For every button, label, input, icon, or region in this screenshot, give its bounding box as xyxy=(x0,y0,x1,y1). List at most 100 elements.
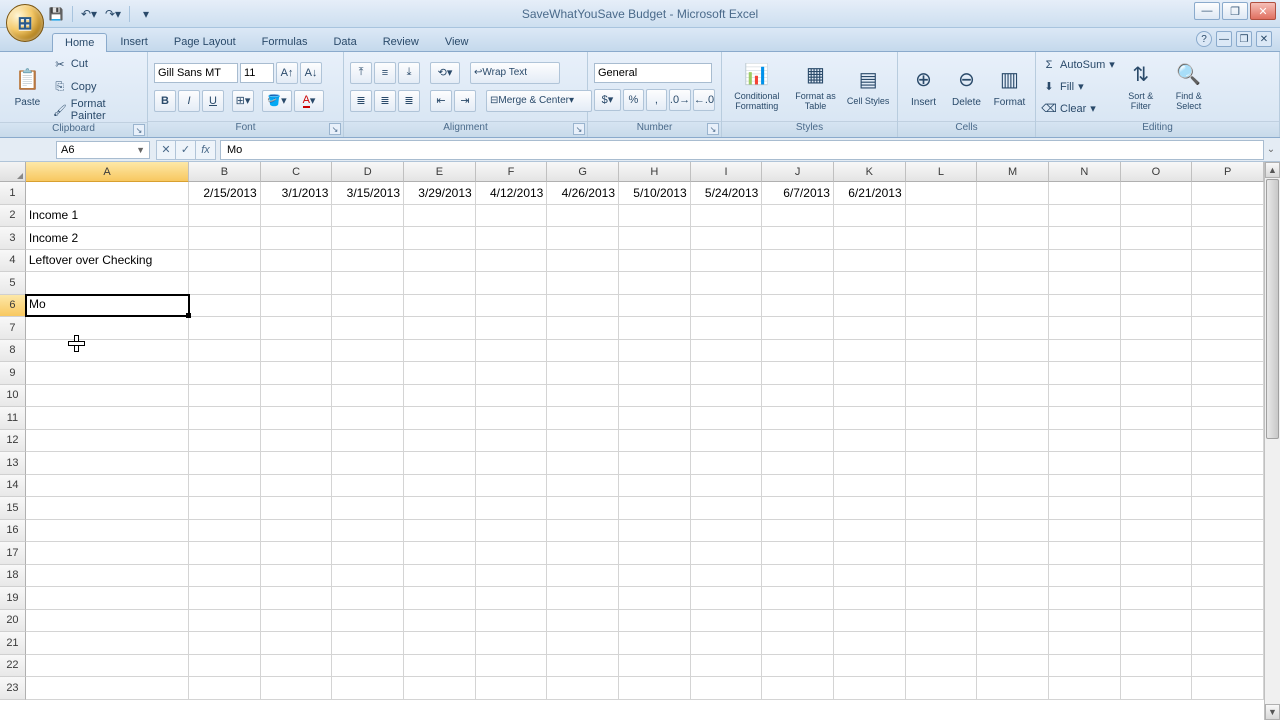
cell[interactable] xyxy=(977,497,1049,520)
cell[interactable] xyxy=(189,587,261,610)
cell[interactable] xyxy=(906,632,978,655)
cell[interactable] xyxy=(619,452,691,475)
cell[interactable] xyxy=(26,295,189,318)
name-box[interactable]: A6▼ xyxy=(56,141,150,159)
decrease-decimal[interactable]: ←.0 xyxy=(693,89,715,111)
worksheet-grid[interactable]: ABCDEFGHIJKLMNOP 12/15/20133/1/20133/15/… xyxy=(0,162,1264,720)
restore-window[interactable]: ❐ xyxy=(1236,31,1252,47)
cell[interactable] xyxy=(189,317,261,340)
cell[interactable] xyxy=(762,295,834,318)
cell[interactable] xyxy=(476,655,548,678)
column-header[interactable]: I xyxy=(691,162,763,182)
cell[interactable] xyxy=(762,430,834,453)
column-header[interactable]: P xyxy=(1192,162,1264,182)
row-header[interactable]: 4 xyxy=(0,250,26,273)
cell[interactable] xyxy=(1049,430,1121,453)
cell[interactable] xyxy=(906,452,978,475)
cell[interactable] xyxy=(619,520,691,543)
cell[interactable] xyxy=(26,407,189,430)
cell[interactable] xyxy=(332,632,404,655)
cell[interactable] xyxy=(906,182,978,205)
cell[interactable] xyxy=(977,385,1049,408)
cell[interactable] xyxy=(261,655,333,678)
cell[interactable] xyxy=(906,542,978,565)
cell[interactable] xyxy=(619,205,691,228)
scroll-down-button[interactable]: ▼ xyxy=(1265,704,1280,720)
cell[interactable] xyxy=(1049,497,1121,520)
cell[interactable] xyxy=(691,250,763,273)
cell[interactable] xyxy=(261,317,333,340)
tab-data[interactable]: Data xyxy=(320,32,369,51)
cell[interactable] xyxy=(1121,272,1193,295)
cell[interactable] xyxy=(1192,227,1264,250)
row-header[interactable]: 16 xyxy=(0,520,26,543)
shrink-font[interactable]: A↓ xyxy=(300,62,322,84)
cell[interactable] xyxy=(1049,542,1121,565)
cell[interactable] xyxy=(1121,362,1193,385)
cell[interactable] xyxy=(1121,655,1193,678)
cell[interactable] xyxy=(619,317,691,340)
cell[interactable] xyxy=(1121,452,1193,475)
cell[interactable] xyxy=(547,205,619,228)
cell[interactable] xyxy=(189,610,261,633)
increase-indent[interactable]: ⇥ xyxy=(454,90,476,112)
cell[interactable] xyxy=(619,632,691,655)
cell[interactable] xyxy=(404,430,476,453)
cell[interactable] xyxy=(691,317,763,340)
cell[interactable] xyxy=(691,227,763,250)
cell[interactable] xyxy=(1121,250,1193,273)
cell[interactable] xyxy=(404,475,476,498)
cell[interactable] xyxy=(26,655,189,678)
cell[interactable] xyxy=(476,497,548,520)
delete-cells-button[interactable]: ⊖Delete xyxy=(947,55,986,119)
cell[interactable] xyxy=(1192,272,1264,295)
conditional-formatting-button[interactable]: 📊Conditional Formatting xyxy=(728,55,786,119)
cell[interactable] xyxy=(977,565,1049,588)
clear-button[interactable]: ⌫Clear ▾ xyxy=(1042,99,1115,119)
cell[interactable] xyxy=(1192,610,1264,633)
row-header[interactable]: 11 xyxy=(0,407,26,430)
tab-insert[interactable]: Insert xyxy=(107,32,161,51)
cell[interactable] xyxy=(906,250,978,273)
cell[interactable] xyxy=(691,475,763,498)
cell[interactable] xyxy=(189,340,261,363)
cell[interactable] xyxy=(1049,317,1121,340)
cell[interactable] xyxy=(1049,520,1121,543)
maximize-button[interactable]: ❐ xyxy=(1222,2,1248,20)
cell[interactable]: Leftover over Checking xyxy=(26,250,189,273)
cell[interactable] xyxy=(834,407,906,430)
cell[interactable] xyxy=(1049,250,1121,273)
cell[interactable] xyxy=(476,205,548,228)
cell[interactable] xyxy=(261,677,333,700)
cell[interactable] xyxy=(1121,295,1193,318)
cell[interactable]: 3/15/2013 xyxy=(332,182,404,205)
cell[interactable] xyxy=(189,227,261,250)
cell[interactable] xyxy=(977,587,1049,610)
cell[interactable] xyxy=(332,542,404,565)
cell[interactable] xyxy=(189,407,261,430)
cell[interactable] xyxy=(619,340,691,363)
cell[interactable] xyxy=(619,295,691,318)
cell[interactable]: 2/15/2013 xyxy=(189,182,261,205)
cell[interactable] xyxy=(906,587,978,610)
tab-home[interactable]: Home xyxy=(52,33,107,52)
cell[interactable]: Income 1 xyxy=(26,205,189,228)
orientation-button[interactable]: ⟲▾ xyxy=(430,62,460,84)
cell[interactable] xyxy=(762,272,834,295)
cell[interactable] xyxy=(977,317,1049,340)
cell[interactable] xyxy=(189,385,261,408)
cell[interactable] xyxy=(261,227,333,250)
cell[interactable] xyxy=(547,430,619,453)
cell[interactable] xyxy=(1192,340,1264,363)
cell[interactable] xyxy=(834,272,906,295)
cell[interactable] xyxy=(1192,542,1264,565)
cell[interactable] xyxy=(404,227,476,250)
cell[interactable] xyxy=(977,272,1049,295)
cell[interactable] xyxy=(1049,677,1121,700)
cell[interactable] xyxy=(261,520,333,543)
column-header[interactable]: H xyxy=(619,162,691,182)
cell[interactable] xyxy=(834,205,906,228)
cell[interactable] xyxy=(906,677,978,700)
cell[interactable] xyxy=(189,362,261,385)
align-right[interactable]: ≣ xyxy=(398,90,420,112)
